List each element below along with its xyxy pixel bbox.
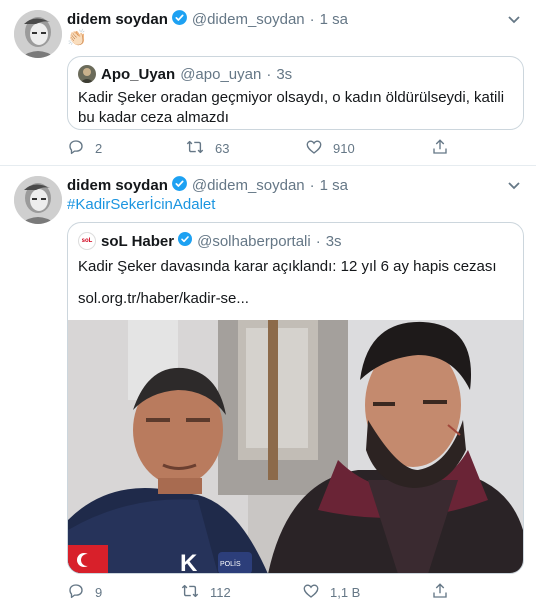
chevron-down-icon[interactable] — [506, 177, 522, 193]
quoted-tweet[interactable]: Apo_Uyan @apo_uyan · 3s Kadir Şeker orad… — [67, 56, 524, 130]
reply-count: 9 — [95, 584, 103, 600]
tweet[interactable]: didem soydan @didem_soydan · 1 sa 👏🏻 Apo… — [0, 0, 536, 166]
quoted-author-name: Apo_Uyan — [101, 65, 176, 83]
verified-badge-icon — [177, 231, 193, 251]
share-button[interactable] — [431, 581, 459, 603]
quoted-tweet-header: Apo_Uyan @apo_uyan · 3s — [78, 64, 292, 84]
share-icon — [431, 582, 459, 603]
hashtag-link[interactable]: #KadirSekerİcinAdalet — [67, 196, 215, 213]
news-photo[interactable]: K POLİS — [68, 320, 523, 574]
verified-badge-icon — [171, 175, 188, 196]
quoted-avatar-logo: soL — [81, 238, 93, 244]
like-button[interactable]: 1,1 B — [302, 581, 360, 603]
verified-badge-icon — [171, 9, 188, 30]
reply-icon — [67, 582, 95, 603]
tweet[interactable]: didem soydan @didem_soydan · 1 sa #Kadir… — [0, 166, 536, 611]
heart-icon — [302, 582, 330, 603]
tweet-header: didem soydan @didem_soydan · 1 sa — [67, 9, 348, 29]
quoted-timestamp: 3s — [276, 65, 293, 83]
news-photo-image: K POLİS — [68, 320, 523, 574]
timestamp[interactable]: 1 sa — [320, 177, 348, 194]
quoted-tweet-text: Kadir Şeker davasında karar açıklandı: 1… — [78, 258, 497, 275]
quoted-tweet-header: soL soL Haber @solhaberportali · 3s — [78, 231, 342, 251]
chevron-down-icon[interactable] — [506, 11, 522, 27]
retweet-icon — [180, 582, 210, 603]
retweet-button[interactable]: 63 — [185, 137, 229, 159]
like-count: 1,1 B — [330, 584, 361, 600]
quoted-timestamp: 3s — [325, 232, 342, 250]
separator-dot: · — [309, 176, 315, 194]
reply-button[interactable]: 9 — [67, 581, 102, 603]
share-icon — [431, 138, 459, 159]
like-count: 910 — [333, 140, 355, 156]
quoted-author-handle: @apo_uyan — [180, 65, 262, 83]
quoted-link[interactable]: sol.org.tr/haber/kadir-se... — [78, 289, 513, 309]
share-button[interactable] — [431, 137, 459, 159]
author-handle[interactable]: @didem_soydan — [192, 177, 305, 194]
heart-icon — [305, 138, 333, 159]
retweet-icon — [185, 138, 215, 159]
retweet-count: 112 — [210, 584, 231, 600]
quoted-tweet-text: Kadir Şeker oradan geçmiyor olsaydı, o k… — [78, 89, 505, 126]
quoted-avatar: soL — [78, 232, 96, 250]
avatar[interactable] — [14, 176, 62, 224]
tweet-actions: 2 63 910 — [67, 137, 457, 159]
tweet-actions: 9 112 1,1 B — [67, 581, 457, 603]
police-patch-text: POLİS — [220, 559, 241, 568]
reply-count: 2 — [95, 140, 103, 156]
reply-icon — [67, 138, 95, 159]
reply-button[interactable]: 2 — [67, 137, 102, 159]
avatar[interactable] — [14, 10, 62, 58]
like-button[interactable]: 910 — [305, 137, 355, 159]
separator-dot: · — [266, 65, 272, 83]
tweet-header: didem soydan @didem_soydan · 1 sa — [67, 175, 348, 195]
avatar-photo — [14, 10, 62, 58]
separator-dot: · — [309, 10, 315, 28]
retweet-button[interactable]: 112 — [180, 581, 231, 603]
tweet-text: 👏🏻 — [67, 30, 87, 47]
author-handle[interactable]: @didem_soydan — [192, 11, 305, 28]
retweet-count: 63 — [215, 140, 230, 156]
vest-letter: K — [180, 550, 198, 574]
quoted-avatar — [78, 65, 96, 83]
quoted-author-handle: @solhaberportali — [197, 232, 311, 250]
quoted-tweet[interactable]: soL soL Haber @solhaberportali · 3s Kadi… — [67, 222, 524, 574]
separator-dot: · — [315, 232, 321, 250]
author-name[interactable]: didem soydan — [67, 177, 168, 194]
timestamp[interactable]: 1 sa — [320, 11, 348, 28]
quoted-author-name: soL Haber — [101, 232, 175, 250]
avatar-photo — [14, 176, 62, 224]
author-name[interactable]: didem soydan — [67, 11, 168, 28]
